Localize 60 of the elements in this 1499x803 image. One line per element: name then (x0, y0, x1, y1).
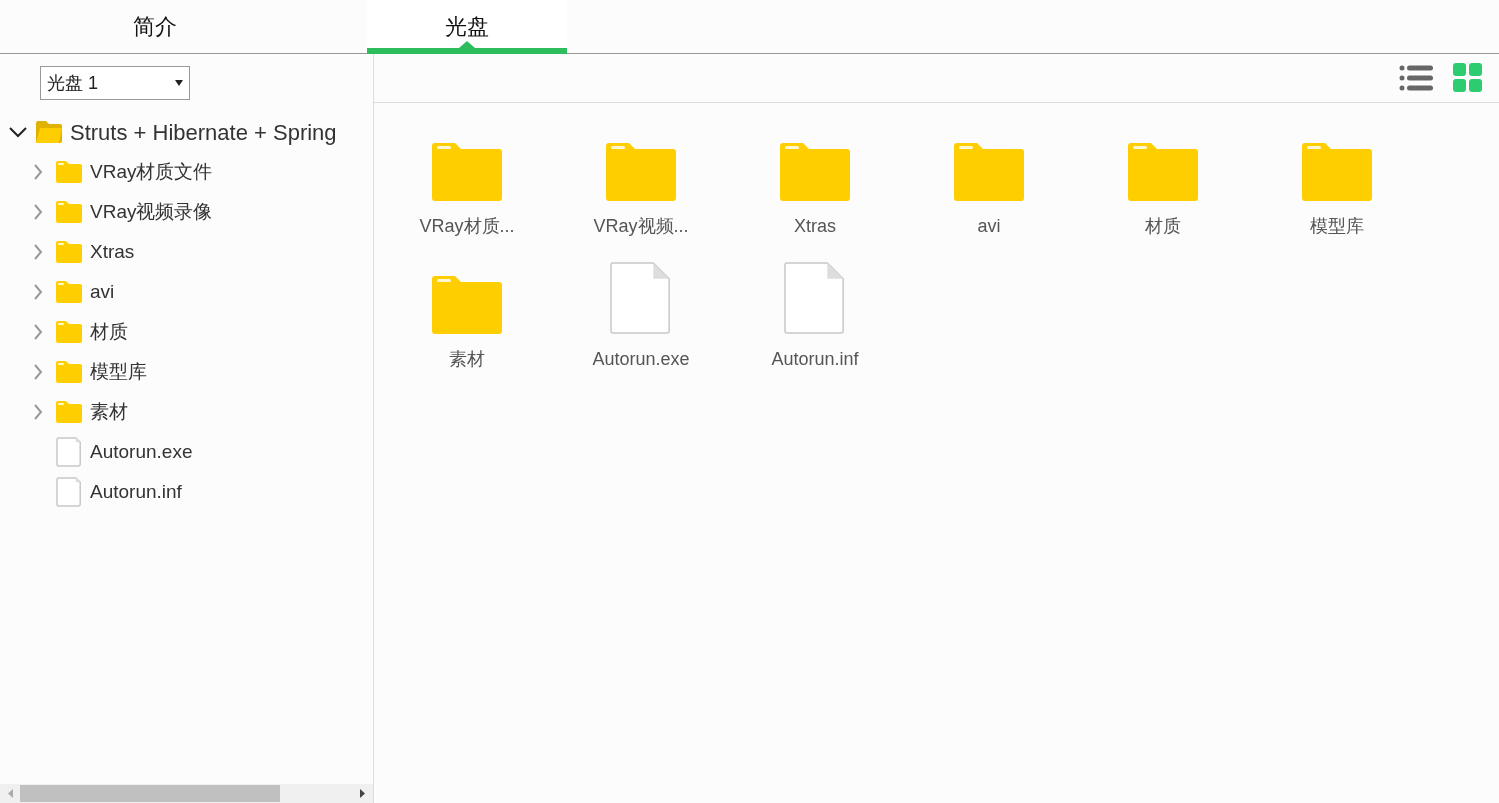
file-icon (56, 477, 82, 507)
chevron-right-icon[interactable] (33, 324, 43, 340)
folder-icon (56, 361, 82, 383)
folder-tile[interactable]: 模型库 (1250, 127, 1424, 240)
file-icon (784, 262, 846, 334)
folder-tile[interactable]: 材质 (1076, 127, 1250, 240)
folder-tile[interactable]: Xtras (728, 127, 902, 240)
chevron-right-icon[interactable] (33, 404, 43, 420)
folder-tile[interactable]: VRay视频... (554, 127, 728, 240)
disc-select[interactable]: 光盘 1 (40, 66, 190, 100)
item-name: avi (977, 215, 1001, 238)
folder-icon (1302, 143, 1372, 201)
tree-item-label[interactable]: Autorun.exe (90, 437, 193, 467)
tree-item-label[interactable]: VRay材质文件 (90, 157, 213, 187)
folder-icon (36, 121, 62, 143)
chevron-down-icon[interactable] (9, 126, 27, 138)
item-name: Autorun.inf (771, 348, 859, 371)
tree-item-label[interactable]: avi (90, 277, 115, 307)
folder-icon (56, 321, 82, 343)
tree-item-label[interactable]: VRay视频录像 (90, 197, 213, 227)
folder-icon (56, 161, 82, 183)
file-tile[interactable]: Autorun.exe (554, 260, 728, 373)
chevron-right-icon[interactable] (33, 204, 43, 220)
folder-icon (56, 241, 82, 263)
tree-item-label[interactable]: Autorun.inf (90, 477, 182, 507)
item-name: Xtras (794, 215, 836, 238)
chevron-right-icon[interactable] (33, 164, 43, 180)
folder-icon (1128, 143, 1198, 201)
folder-tile[interactable]: 素材 (380, 260, 554, 373)
folder-icon (954, 143, 1024, 201)
item-name: 模型库 (1310, 215, 1364, 238)
dropdown-caret-icon (175, 80, 183, 86)
chevron-right-icon[interactable] (33, 364, 43, 380)
item-name: Autorun.exe (592, 348, 690, 371)
item-name: VRay材质... (419, 215, 515, 238)
folder-icon (780, 143, 850, 201)
folder-icon (606, 143, 676, 201)
item-name: 材质 (1145, 215, 1181, 238)
file-tile[interactable]: Autorun.inf (728, 260, 902, 373)
folder-icon (56, 401, 82, 423)
folder-tile[interactable]: avi (902, 127, 1076, 240)
tree-item-label[interactable]: 模型库 (90, 357, 147, 387)
tree-item-label[interactable]: 材质 (90, 317, 128, 347)
tree-item-label[interactable]: 素材 (90, 397, 128, 427)
chevron-right-icon[interactable] (33, 284, 43, 300)
item-name: VRay视频... (593, 215, 689, 238)
grid-view-button[interactable] (1453, 63, 1483, 93)
folder-icon (432, 143, 502, 201)
file-icon (610, 262, 672, 334)
folder-icon (432, 276, 502, 334)
folder-tile[interactable]: VRay材质... (380, 127, 554, 240)
file-icon (56, 437, 82, 467)
folder-icon (56, 201, 82, 223)
horizontal-scrollbar[interactable] (0, 784, 373, 803)
tree-item-label[interactable]: Struts + Hibernate + Spring (70, 115, 337, 149)
item-name: 素材 (449, 348, 485, 371)
chevron-right-icon[interactable] (33, 244, 43, 260)
folder-icon (56, 281, 82, 303)
list-view-button[interactable] (1399, 63, 1433, 93)
tree-item-label[interactable]: Xtras (90, 237, 135, 267)
